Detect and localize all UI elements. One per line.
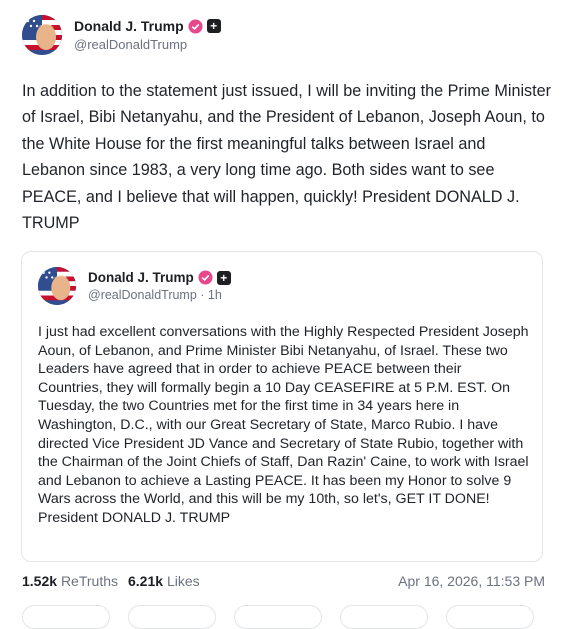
more-button[interactable]: [446, 605, 534, 629]
quoted-author-handle[interactable]: @realDonaldTrump · 1h: [88, 288, 231, 302]
share-button[interactable]: [340, 605, 428, 629]
verified-badge-icon: [198, 270, 213, 285]
post-timestamp[interactable]: Apr 16, 2026, 11:53 PM: [398, 573, 545, 589]
quoted-author-name[interactable]: Donald J. Trump: [88, 270, 194, 285]
avatar[interactable]: [22, 15, 62, 55]
avatar-image: [22, 15, 62, 55]
likes-count: 6.21k: [128, 573, 164, 589]
author-name-row: Donald J. Trump +: [74, 18, 221, 34]
action-bar: [22, 605, 534, 629]
author-name[interactable]: Donald J. Trump: [74, 18, 184, 34]
author-info: Donald J. Trump + @realDonaldTrump: [74, 18, 221, 52]
plus-badge-icon: +: [216, 270, 231, 285]
likes-label: Likes: [166, 573, 200, 589]
quoted-post-text: I just had excellent conversations with …: [38, 324, 529, 526]
quoted-avatar-image: [38, 267, 76, 305]
reply-button[interactable]: [22, 605, 110, 629]
retruths-stat[interactable]: 1.52k ReTruths: [22, 573, 118, 589]
likes-stat[interactable]: 6.21k Likes: [128, 573, 200, 589]
quoted-post[interactable]: Donald J. Trump + @realDonaldTrump · 1h …: [21, 251, 543, 562]
quoted-post-header: Donald J. Trump + @realDonaldTrump · 1h: [38, 267, 231, 305]
retruth-button[interactable]: [128, 605, 216, 629]
author-handle[interactable]: @realDonaldTrump: [74, 37, 221, 52]
retruths-label: ReTruths: [60, 573, 118, 589]
quoted-avatar[interactable]: [38, 267, 76, 305]
post-text: In addition to the statement just issued…: [22, 82, 552, 233]
like-button[interactable]: [234, 605, 322, 629]
post-stats: 1.52k ReTruths 6.21k Likes: [22, 573, 200, 589]
post-header: Donald J. Trump + @realDonaldTrump: [22, 12, 221, 58]
plus-badge-icon: +: [206, 19, 221, 33]
truth-post: Donald J. Trump + @realDonaldTrump In ad…: [0, 0, 576, 629]
quoted-author-info: Donald J. Trump + @realDonaldTrump · 1h: [88, 270, 231, 302]
quoted-author-name-row: Donald J. Trump +: [88, 270, 231, 285]
retruths-count: 1.52k: [22, 573, 58, 589]
verified-badge-icon: [188, 18, 203, 34]
